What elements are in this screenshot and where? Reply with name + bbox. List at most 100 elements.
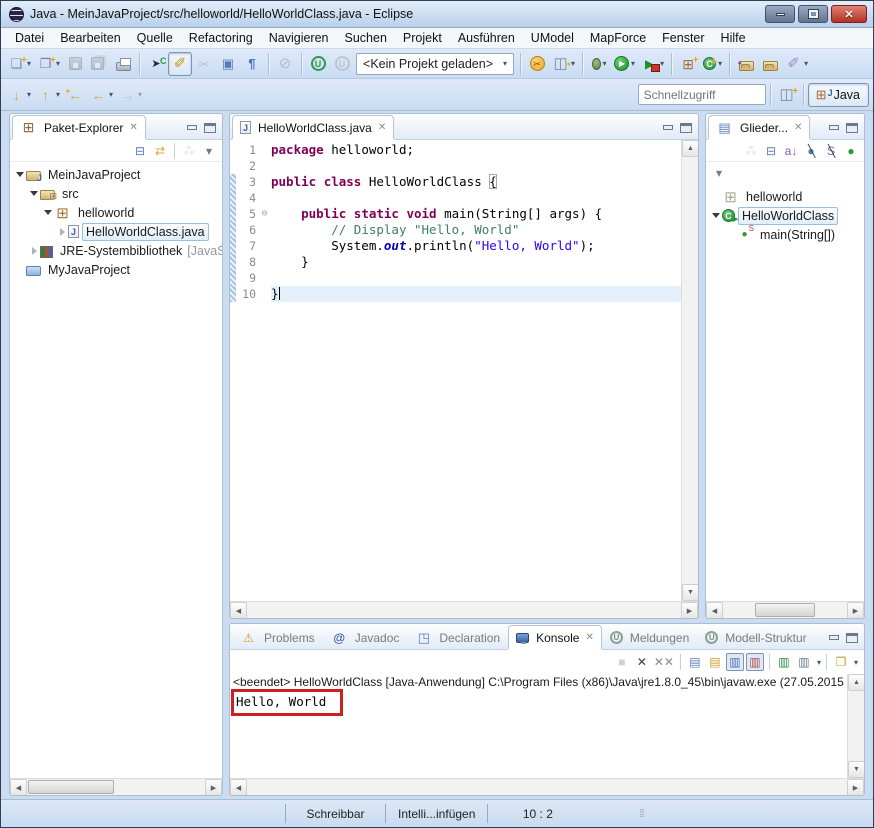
menu-hilfe[interactable]: Hilfe xyxy=(713,29,754,47)
view-menu-button[interactable]: ▾ xyxy=(710,164,728,182)
tree-item-helloworldclass[interactable]: HelloWorldClass xyxy=(706,206,864,225)
code-editor[interactable]: 1package helloworld;23public class Hello… xyxy=(230,140,681,601)
console-hscrollbar[interactable]: ◀ ▶ xyxy=(230,778,864,795)
tab-javadoc[interactable]: Javadoc xyxy=(323,625,408,649)
view-menu-button[interactable]: ▾ xyxy=(200,142,218,160)
tab-helloworldclass-java[interactable]: HelloWorldClass.java ✕ xyxy=(232,115,394,139)
scroll-right-icon[interactable]: ▶ xyxy=(205,779,222,796)
prev-annotation-button[interactable]: ▾ xyxy=(34,83,63,107)
pin-console-button[interactable]: ▥ xyxy=(775,653,793,671)
show-whitespace-button[interactable] xyxy=(240,52,264,76)
profile-button[interactable]: ▾ xyxy=(638,52,667,76)
hide-fields-button[interactable]: ● xyxy=(802,142,820,160)
maximize-view-icon[interactable] xyxy=(204,123,216,133)
menu-suchen[interactable]: Suchen xyxy=(337,29,395,47)
open-file-button[interactable] xyxy=(758,52,782,76)
close-icon[interactable]: ✕ xyxy=(794,122,802,133)
scroll-left-icon[interactable]: ◀ xyxy=(230,779,247,796)
annotate-pen-button[interactable]: ▾ xyxy=(782,52,811,76)
next-annotation-button[interactable]: ▾ xyxy=(5,83,34,107)
tree-item-jre-systembibliothek[interactable]: JRE-Systembibliothek[JavaS xyxy=(10,241,222,260)
title-bar[interactable]: Java - MeinJavaProject/src/helloworld/He… xyxy=(1,1,873,28)
tab-meldungen[interactable]: Meldungen xyxy=(602,625,697,649)
save-button[interactable] xyxy=(63,52,87,76)
tab-modell-struktur[interactable]: Modell-Struktur xyxy=(697,625,814,649)
menu-refactoring[interactable]: Refactoring xyxy=(181,29,261,47)
open-umodel-file-button[interactable] xyxy=(734,52,758,76)
tree-item-helloworld[interactable]: helloworld xyxy=(706,187,864,206)
scroll-left-icon[interactable]: ◀ xyxy=(10,779,27,796)
tree-item-main-string-[interactable]: main(String[]) xyxy=(706,225,864,244)
search-button[interactable] xyxy=(273,52,297,76)
tree-item-meinjavaproject[interactable]: MeinJavaProject xyxy=(10,165,222,184)
close-icon[interactable]: ✕ xyxy=(129,122,137,133)
scrollbar-thumb[interactable] xyxy=(28,780,114,794)
cut-button[interactable] xyxy=(192,52,216,76)
scroll-down-icon[interactable]: ▼ xyxy=(848,761,865,778)
terminate-button[interactable]: ■ xyxy=(613,653,631,671)
collapse-all-button[interactable]: ⊟ xyxy=(131,142,149,160)
new-java-class-button[interactable]: ▾ xyxy=(700,52,725,76)
fold-marker-icon[interactable]: ⊖ xyxy=(258,206,271,222)
scrollbar-track[interactable] xyxy=(247,779,847,795)
scroll-right-icon[interactable]: ▶ xyxy=(681,602,698,619)
maximize-view-icon[interactable] xyxy=(680,123,692,133)
tab-problems[interactable]: Problems xyxy=(232,625,323,649)
remove-launch-button[interactable]: ✕ xyxy=(633,653,651,671)
save-all-button[interactable] xyxy=(87,52,111,76)
show-stderr-button[interactable]: ▥ xyxy=(746,653,764,671)
new-wizard-button[interactable]: ▾ xyxy=(5,52,34,76)
collapse-icon[interactable] xyxy=(710,213,722,218)
open-perspective-button[interactable] xyxy=(775,83,799,107)
editor-hscrollbar[interactable]: ◀ ▶ xyxy=(230,601,698,618)
menu-umodel[interactable]: UModel xyxy=(523,29,582,47)
menu-projekt[interactable]: Projekt xyxy=(395,29,450,47)
menu-datei[interactable]: Datei xyxy=(7,29,52,47)
tree-item-helloworld[interactable]: helloworld xyxy=(10,203,222,222)
close-icon[interactable]: ✕ xyxy=(585,632,593,643)
back-button[interactable]: ▾ xyxy=(87,83,116,107)
console-output-area[interactable]: Hello, World xyxy=(230,690,847,778)
collapse-icon[interactable] xyxy=(28,191,40,196)
umodel-sync-button[interactable] xyxy=(330,52,354,76)
open-console-button[interactable]: ❒ xyxy=(832,653,850,671)
remove-all-terminated-button[interactable]: ✕✕ xyxy=(653,653,675,671)
tab-outline[interactable]: Glieder... ✕ xyxy=(708,115,810,139)
tree-item-myjavaproject[interactable]: MyJavaProject xyxy=(10,260,222,279)
minimize-button[interactable] xyxy=(765,5,795,23)
quick-access-input[interactable] xyxy=(638,84,766,105)
expand-icon[interactable] xyxy=(56,228,68,236)
focus-view-button[interactable]: ⁂ xyxy=(742,142,760,160)
link-with-editor-button[interactable]: ⇄ xyxy=(151,142,169,160)
scroll-left-icon[interactable]: ◀ xyxy=(706,602,723,619)
tree-item-helloworldclass-java[interactable]: HelloWorldClass.java xyxy=(10,222,222,241)
scrollbar-track[interactable] xyxy=(723,602,847,618)
collapse-icon[interactable] xyxy=(42,210,54,215)
scroll-left-icon[interactable]: ◀ xyxy=(230,602,247,619)
umodel-run-button[interactable] xyxy=(306,52,330,76)
scroll-right-icon[interactable]: ▶ xyxy=(847,779,864,796)
package-explorer-hscrollbar[interactable]: ◀ ▶ xyxy=(10,778,222,795)
schedule-window-button[interactable]: ▾ xyxy=(549,52,578,76)
maximize-view-icon[interactable] xyxy=(846,633,858,643)
menu-ausführen[interactable]: Ausführen xyxy=(450,29,523,47)
menu-bearbeiten[interactable]: Bearbeiten xyxy=(52,29,128,47)
console-vscrollbar[interactable]: ▲ ▼ xyxy=(847,674,864,778)
minimize-view-icon[interactable] xyxy=(828,123,840,133)
minimize-view-icon[interactable] xyxy=(662,123,674,133)
mark-occurrences-button[interactable] xyxy=(168,52,192,76)
forward-button[interactable]: ▾ xyxy=(116,83,145,107)
scroll-up-icon[interactable]: ▲ xyxy=(848,674,865,691)
scrollbar-thumb[interactable] xyxy=(755,603,815,617)
show-selected-element-button[interactable] xyxy=(216,52,240,76)
scroll-up-icon[interactable]: ▲ xyxy=(682,140,699,157)
scroll-down-icon[interactable]: ▼ xyxy=(682,584,699,601)
mapforce-tool-button[interactable] xyxy=(525,52,549,76)
scroll-lock-button[interactable]: ▤ xyxy=(706,653,724,671)
sort-button[interactable]: a↓ xyxy=(782,142,800,160)
java-perspective-button[interactable]: Java xyxy=(808,83,869,107)
tab-package-explorer[interactable]: Paket-Explorer ✕ xyxy=(12,115,146,139)
collapse-all-button[interactable]: ⊟ xyxy=(762,142,780,160)
generate-code-button[interactable] xyxy=(144,52,168,76)
hide-static-button[interactable]: S xyxy=(822,142,840,160)
